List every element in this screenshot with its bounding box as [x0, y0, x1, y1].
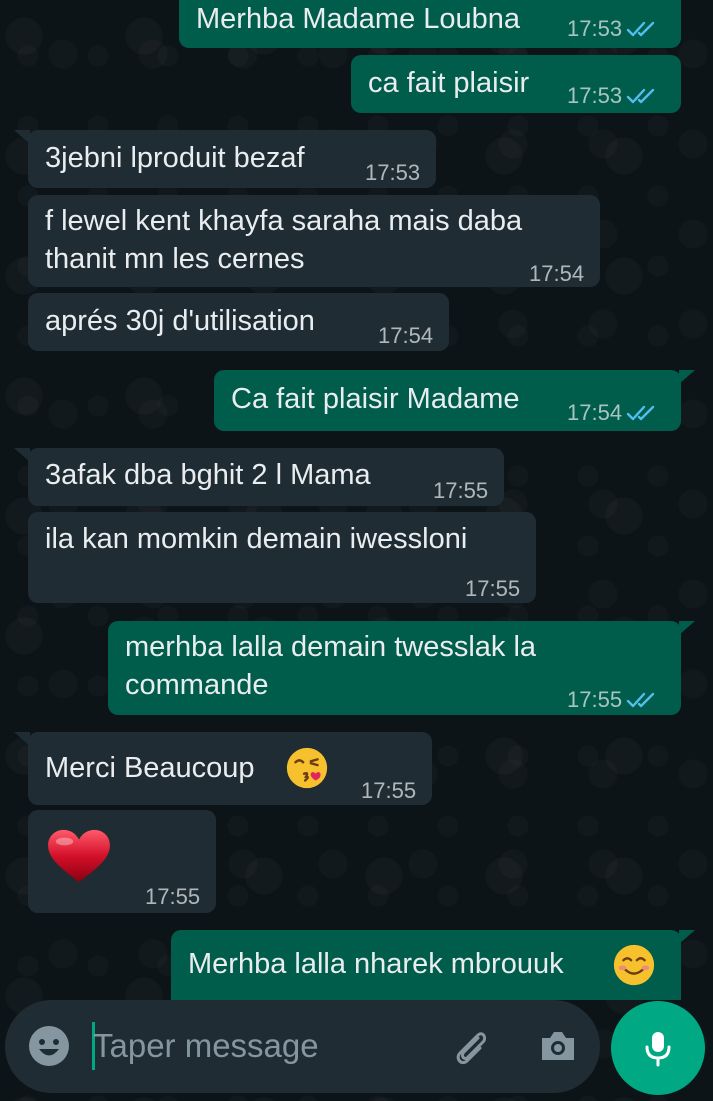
- message-text-line: commande: [125, 669, 269, 701]
- message-time: 17:54: [529, 261, 585, 286]
- smiling-face-icon: [613, 944, 655, 986]
- message-meta: 17:53: [567, 10, 660, 48]
- message-text: Merhba Madame Loubna: [196, 3, 521, 35]
- message-outgoing[interactable]: merhba lalla demain twesslak la commande…: [108, 621, 681, 715]
- message-text: Ca fait plaisir Madame: [231, 383, 520, 415]
- message-time: 17:55: [361, 778, 417, 803]
- read-receipt-icon: [626, 21, 655, 37]
- message-meta: 17:53: [567, 77, 660, 115]
- message-outgoing[interactable]: Merhba lalla nharek mbrouuk: [171, 930, 681, 1000]
- voice-message-button[interactable]: [611, 1001, 705, 1095]
- message-time: 17:53: [365, 160, 421, 185]
- message-meta: 17:55: [361, 772, 416, 810]
- bubble-tail: [679, 930, 695, 944]
- read-receipt-icon: [626, 405, 655, 421]
- message-text-line: merhba lalla demain twesslak la: [125, 631, 537, 663]
- message-text-line: thanit mn les cernes: [45, 243, 305, 275]
- message-text: Merci Beaucoup: [45, 752, 255, 784]
- message-incoming[interactable]: 17:55: [28, 810, 216, 913]
- message-incoming[interactable]: 3jebni lproduit bezaf 17:53: [28, 130, 436, 188]
- message-input[interactable]: Taper message: [93, 1026, 319, 1066]
- message-text: aprés 30j d'utilisation: [45, 305, 315, 337]
- message-incoming[interactable]: 3afak dba bghit 2 l Mama 17:55: [28, 448, 504, 506]
- read-receipt-icon: [626, 692, 655, 708]
- red-heart-icon: [48, 829, 110, 883]
- bubble-tail: [679, 370, 695, 384]
- message-outgoing[interactable]: Merhba Madame Loubna 17:53: [179, 0, 681, 48]
- message-time: 17:54: [567, 400, 623, 425]
- message-meta: 17:55: [567, 681, 660, 719]
- bubble-tail: [679, 621, 695, 635]
- message-incoming[interactable]: aprés 30j d'utilisation 17:54: [28, 293, 449, 351]
- message-outgoing[interactable]: ca fait plaisir 17:53: [351, 55, 681, 113]
- message-meta: 17:55: [145, 878, 200, 916]
- message-text: Merhba lalla nharek mbrouuk: [188, 948, 564, 980]
- message-incoming[interactable]: ila kan momkin demain iwessloni 17:55: [28, 512, 536, 603]
- message-meta: 17:54: [529, 255, 584, 293]
- emoji-icon[interactable]: [27, 1024, 71, 1068]
- message-time: 17:55: [567, 687, 623, 712]
- message-meta: 17:54: [378, 317, 433, 355]
- face-blowing-kiss-icon: [286, 747, 328, 789]
- message-time: 17:53: [567, 16, 623, 41]
- message-text: ca fait plaisir: [368, 67, 530, 99]
- message-composer[interactable]: Taper message: [5, 1000, 600, 1093]
- message-text: 3afak dba bghit 2 l Mama: [45, 459, 371, 491]
- message-incoming[interactable]: Merci Beaucoup 17:55: [28, 732, 432, 805]
- message-meta: 17:54: [567, 394, 660, 432]
- mic-icon: [645, 1032, 671, 1067]
- message-time: 17:55: [465, 576, 521, 601]
- camera-icon[interactable]: [536, 1024, 580, 1068]
- attach-icon[interactable]: [448, 1024, 492, 1068]
- message-incoming[interactable]: f lewel kent khayfa saraha mais daba tha…: [28, 195, 600, 287]
- message-outgoing[interactable]: Ca fait plaisir Madame 17:54: [214, 370, 681, 431]
- message-text: 3jebni lproduit bezaf: [45, 142, 305, 174]
- message-meta: 17:55: [433, 472, 488, 510]
- message-time: 17:55: [145, 884, 201, 909]
- message-time: 17:53: [567, 83, 623, 108]
- read-receipt-icon: [626, 88, 655, 104]
- message-meta: 17:53: [365, 154, 420, 192]
- message-text-line: f lewel kent khayfa saraha mais daba: [45, 205, 523, 237]
- message-meta: 17:55: [465, 570, 520, 608]
- message-time: 17:54: [378, 323, 434, 348]
- message-text: ila kan momkin demain iwessloni: [45, 523, 468, 555]
- message-time: 17:55: [433, 478, 489, 503]
